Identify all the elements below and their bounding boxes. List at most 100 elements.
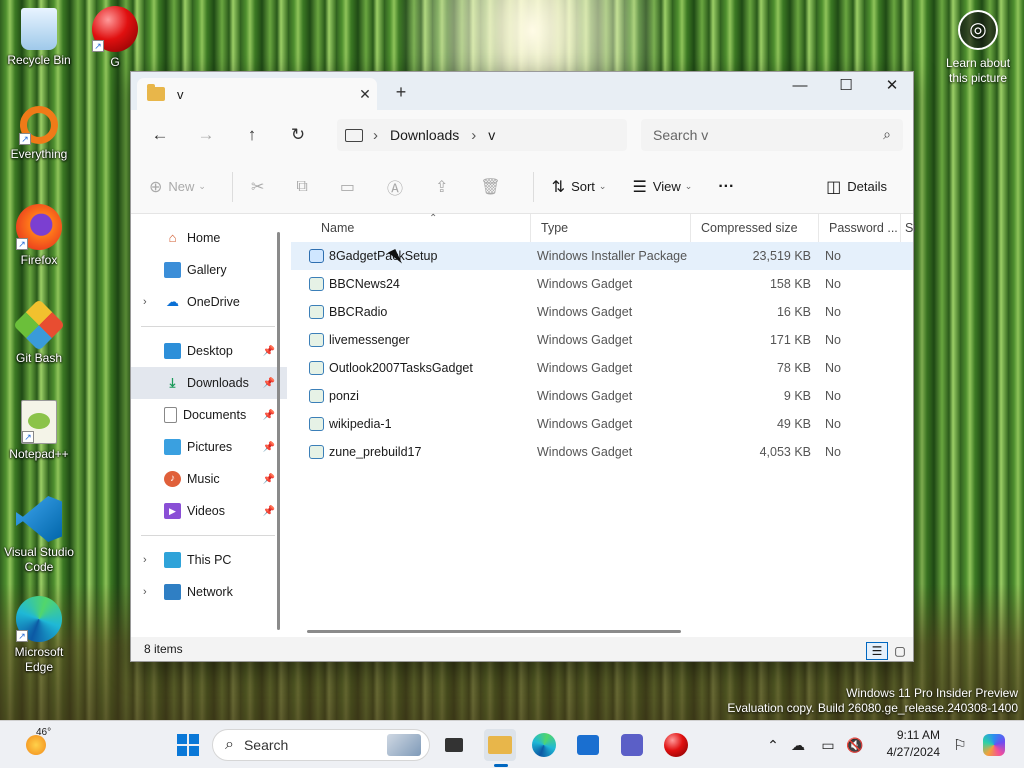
nav-item-onedrive[interactable]: › ☁ OneDrive [131, 286, 287, 318]
details-pane-button[interactable]: ◫ Details [826, 177, 887, 197]
tab-v[interactable]: v ✕ [137, 78, 377, 110]
desktop-icon-git-bash[interactable]: Git Bash [0, 298, 78, 366]
status-bar: 8 items ☰ ▢ [131, 637, 913, 661]
sound-icon[interactable]: 🔇 [842, 737, 868, 754]
watermark-line1: Windows 11 Pro Insider Preview [846, 686, 1018, 700]
sort-button[interactable]: ⇅ Sort ⌄ [552, 177, 607, 197]
file-list: Name ⌃ Type Compressed size Password ... … [291, 213, 915, 639]
more-options-button[interactable]: ··· [718, 178, 734, 196]
file-size: 4,053 KB [759, 445, 811, 459]
column-header-size[interactable]: Si [901, 214, 915, 242]
file-row[interactable]: 8GadgetPackSetup Windows Installer Packa… [291, 242, 913, 270]
desktop-icon-recycle-bin[interactable]: Recycle Bin [0, 8, 78, 68]
folder-icon [488, 736, 512, 754]
desktop-icon-g[interactable]: ↗ G [76, 6, 154, 70]
edge-taskbar[interactable] [528, 729, 560, 761]
file-size: 9 KB [783, 389, 811, 403]
desktop-icon-notepadpp[interactable]: ↗ Notepad++ [0, 400, 78, 462]
chevron-up-icon[interactable]: ⌃ [764, 737, 782, 754]
file-explorer-window: v ✕ + — ☐ ✕ ← → ↑ ↻ › Downloads › v Sear… [130, 71, 915, 662]
details-label: Details [847, 179, 887, 194]
desktop-icon-vscode[interactable]: Visual Studio Code [0, 496, 78, 575]
this-pc-icon [345, 128, 363, 142]
delete-button[interactable]: 🗑 [480, 177, 506, 197]
nav-item-pictures[interactable]: Pictures 📌 [131, 431, 287, 463]
file-password: No [825, 361, 841, 375]
rename-button[interactable]: Ⓐ [387, 175, 409, 199]
desktop-icon-label: Microsoft Edge [14, 645, 64, 674]
column-header-password[interactable]: Password ... [819, 214, 901, 242]
expand-chevron-icon[interactable]: › [143, 554, 147, 566]
maximize-button[interactable]: ☐ [823, 72, 869, 102]
forward-button[interactable]: → [187, 119, 225, 151]
minimize-button[interactable]: — [777, 72, 823, 102]
nav-label: OneDrive [187, 295, 240, 309]
file-row[interactable]: Outlook2007TasksGadget Windows Gadget 78… [291, 354, 913, 382]
item-count: 8 items [144, 642, 183, 656]
file-row[interactable]: BBCNews24 Windows Gadget 158 KB No [291, 270, 913, 298]
close-tab-icon[interactable]: ✕ [353, 86, 377, 103]
weather-widget[interactable]: 46° [16, 727, 56, 761]
address-bar[interactable]: › Downloads › v [337, 119, 627, 151]
horizontal-scrollbar[interactable] [307, 630, 681, 633]
desktop-icon-label: Recycle Bin [7, 53, 71, 67]
nav-item-documents[interactable]: Documents 📌 [131, 399, 287, 431]
cut-button[interactable]: ✂ [251, 177, 270, 197]
tiles-view-button[interactable]: ▢ [889, 642, 911, 660]
new-tab-button[interactable]: + [387, 82, 415, 103]
file-row[interactable]: BBCRadio Windows Gadget 16 KB No [291, 298, 913, 326]
copilot-button[interactable] [978, 729, 1010, 761]
expand-chevron-icon[interactable]: › [143, 296, 147, 308]
network-icon [164, 584, 181, 600]
file-row[interactable]: ponzi Windows Gadget 9 KB No [291, 382, 913, 410]
column-header-compressed-size[interactable]: Compressed size [691, 214, 819, 242]
breadcrumb-downloads[interactable]: Downloads [390, 127, 459, 143]
paste-button[interactable]: ▭ [340, 177, 361, 197]
nav-item-desktop[interactable]: Desktop 📌 [131, 335, 287, 367]
nav-item-videos[interactable]: ▶ Videos 📌 [131, 495, 287, 527]
trash-icon: 🗑 [480, 178, 501, 196]
column-header-type[interactable]: Type [531, 214, 691, 242]
back-button[interactable]: ← [141, 119, 179, 151]
refresh-button[interactable]: ↻ [279, 119, 317, 151]
nav-item-home[interactable]: ⌂ Home [131, 222, 287, 254]
desktop-icon-firefox[interactable]: ↗ Firefox [0, 204, 78, 268]
breadcrumb-v[interactable]: v [488, 127, 495, 143]
details-view-button[interactable]: ☰ [866, 642, 888, 660]
nav-scrollbar[interactable] [277, 232, 280, 630]
share-button[interactable]: ⇪ [435, 177, 454, 197]
file-row[interactable]: livemessenger Windows Gadget 171 KB No [291, 326, 913, 354]
file-explorer-taskbar[interactable] [484, 729, 516, 767]
clock[interactable]: 9:11 AM 4/27/2024 [880, 727, 940, 761]
desktop-icon-label: Notepad++ [9, 447, 69, 461]
task-view-button[interactable] [438, 729, 470, 761]
learn-about-picture[interactable]: ◎ Learn about this picture [938, 10, 1018, 86]
close-button[interactable]: ✕ [869, 72, 915, 102]
nav-item-gallery[interactable]: Gallery [131, 254, 287, 286]
view-label: View [652, 179, 681, 194]
nav-item-this-pc[interactable]: › This PC [131, 544, 287, 576]
start-button[interactable] [172, 729, 204, 761]
search-input[interactable]: Search v ⌕ [641, 119, 903, 151]
store-taskbar[interactable] [572, 729, 604, 761]
file-row[interactable]: wikipedia-1 Windows Gadget 49 KB No [291, 410, 913, 438]
cloud-offline-icon[interactable]: ☁ [782, 737, 814, 754]
taskbar-search[interactable]: ⌕ Search [212, 729, 430, 761]
new-button[interactable]: ⊕ New ⌄ [149, 177, 206, 197]
up-button[interactable]: ↑ [233, 119, 271, 151]
notification-button[interactable]: ⚐ [944, 729, 976, 761]
column-header-name[interactable]: Name ⌃ [311, 213, 531, 242]
copy-button[interactable]: ⧉ [296, 178, 313, 196]
desktop-icon-everything[interactable]: ↗ Everything [0, 106, 78, 162]
learn-about-label: Learn about this picture [945, 56, 1011, 85]
nav-item-downloads[interactable]: ⤓ Downloads 📌 [131, 367, 287, 399]
expand-chevron-icon[interactable]: › [143, 586, 147, 598]
teams-taskbar[interactable] [616, 729, 648, 761]
red-ball-taskbar[interactable] [660, 729, 692, 761]
file-row[interactable]: zune_prebuild17 Windows Gadget 4,053 KB … [291, 438, 913, 466]
network-icon[interactable]: ▭ [814, 737, 842, 754]
view-button[interactable]: ☰ View ⌄ [632, 177, 692, 197]
nav-item-music[interactable]: ♪ Music 📌 [131, 463, 287, 495]
desktop-icon-edge[interactable]: ↗ Microsoft Edge [0, 596, 78, 675]
nav-item-network[interactable]: › Network [131, 576, 287, 608]
